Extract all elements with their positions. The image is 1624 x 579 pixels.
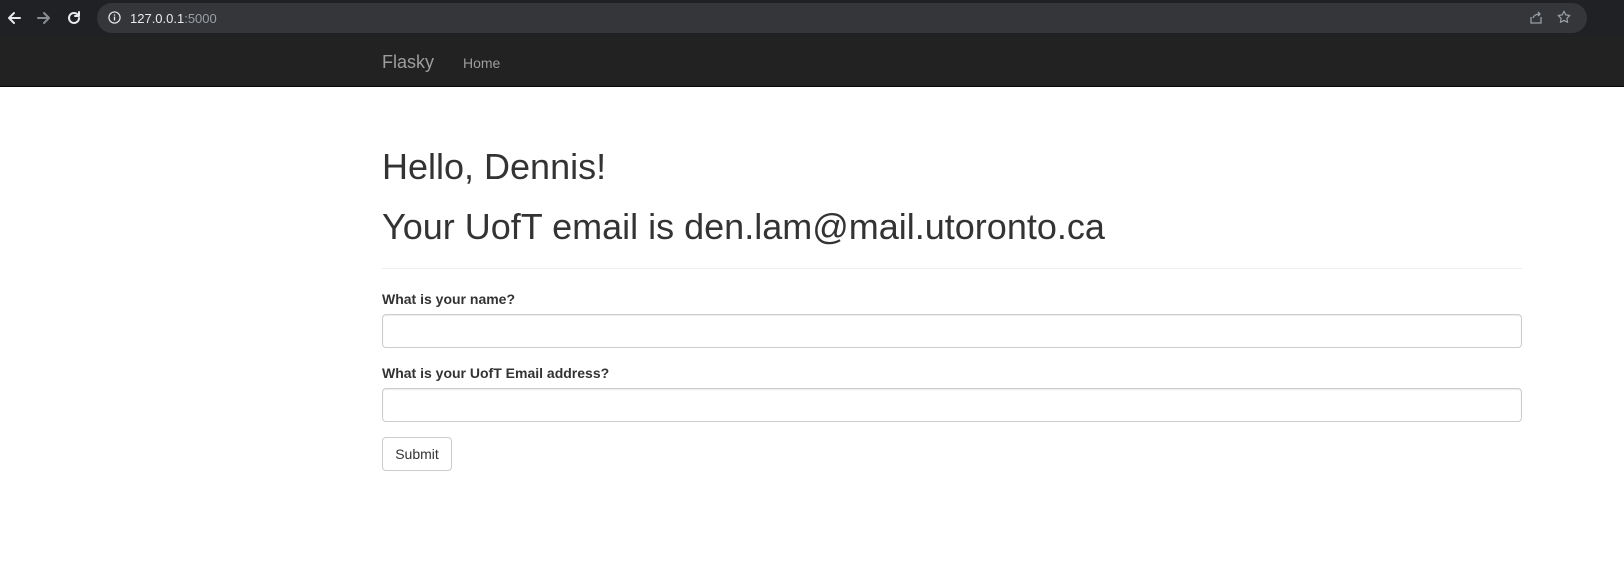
share-icon[interactable] [1529,11,1543,25]
name-label: What is your name? [382,291,516,307]
address-bar[interactable]: 127.0.0.1:5000 [97,3,1587,33]
email-heading: Your UofT email is den.lam@mail.utoronto… [382,206,1105,247]
back-button[interactable] [4,8,24,28]
arrow-right-icon [37,12,50,24]
name-input[interactable] [382,314,1522,348]
nav-link-home[interactable]: Home [463,55,500,71]
header-divider [382,268,1522,269]
navbar-brand[interactable]: Flasky [382,52,434,72]
reload-icon [68,11,80,24]
forward-button[interactable] [34,8,54,28]
email-label: What is your UofT Email address? [382,365,610,381]
star-icon[interactable] [1557,10,1571,24]
arrow-left-icon [8,12,21,24]
info-icon[interactable] [108,11,121,24]
url-host: 127.0.0.1 [130,11,185,26]
url-text[interactable]: 127.0.0.1:5000 [130,11,217,26]
url-port: :5000 [184,11,217,26]
app-navbar: Flasky Home [0,37,1624,87]
browser-toolbar: 127.0.0.1:5000 [0,0,1624,37]
reload-button[interactable] [64,8,84,28]
submit-button[interactable]: Submit [382,437,452,471]
greeting-heading: Hello, Dennis! [382,146,607,187]
email-input[interactable] [382,388,1522,422]
